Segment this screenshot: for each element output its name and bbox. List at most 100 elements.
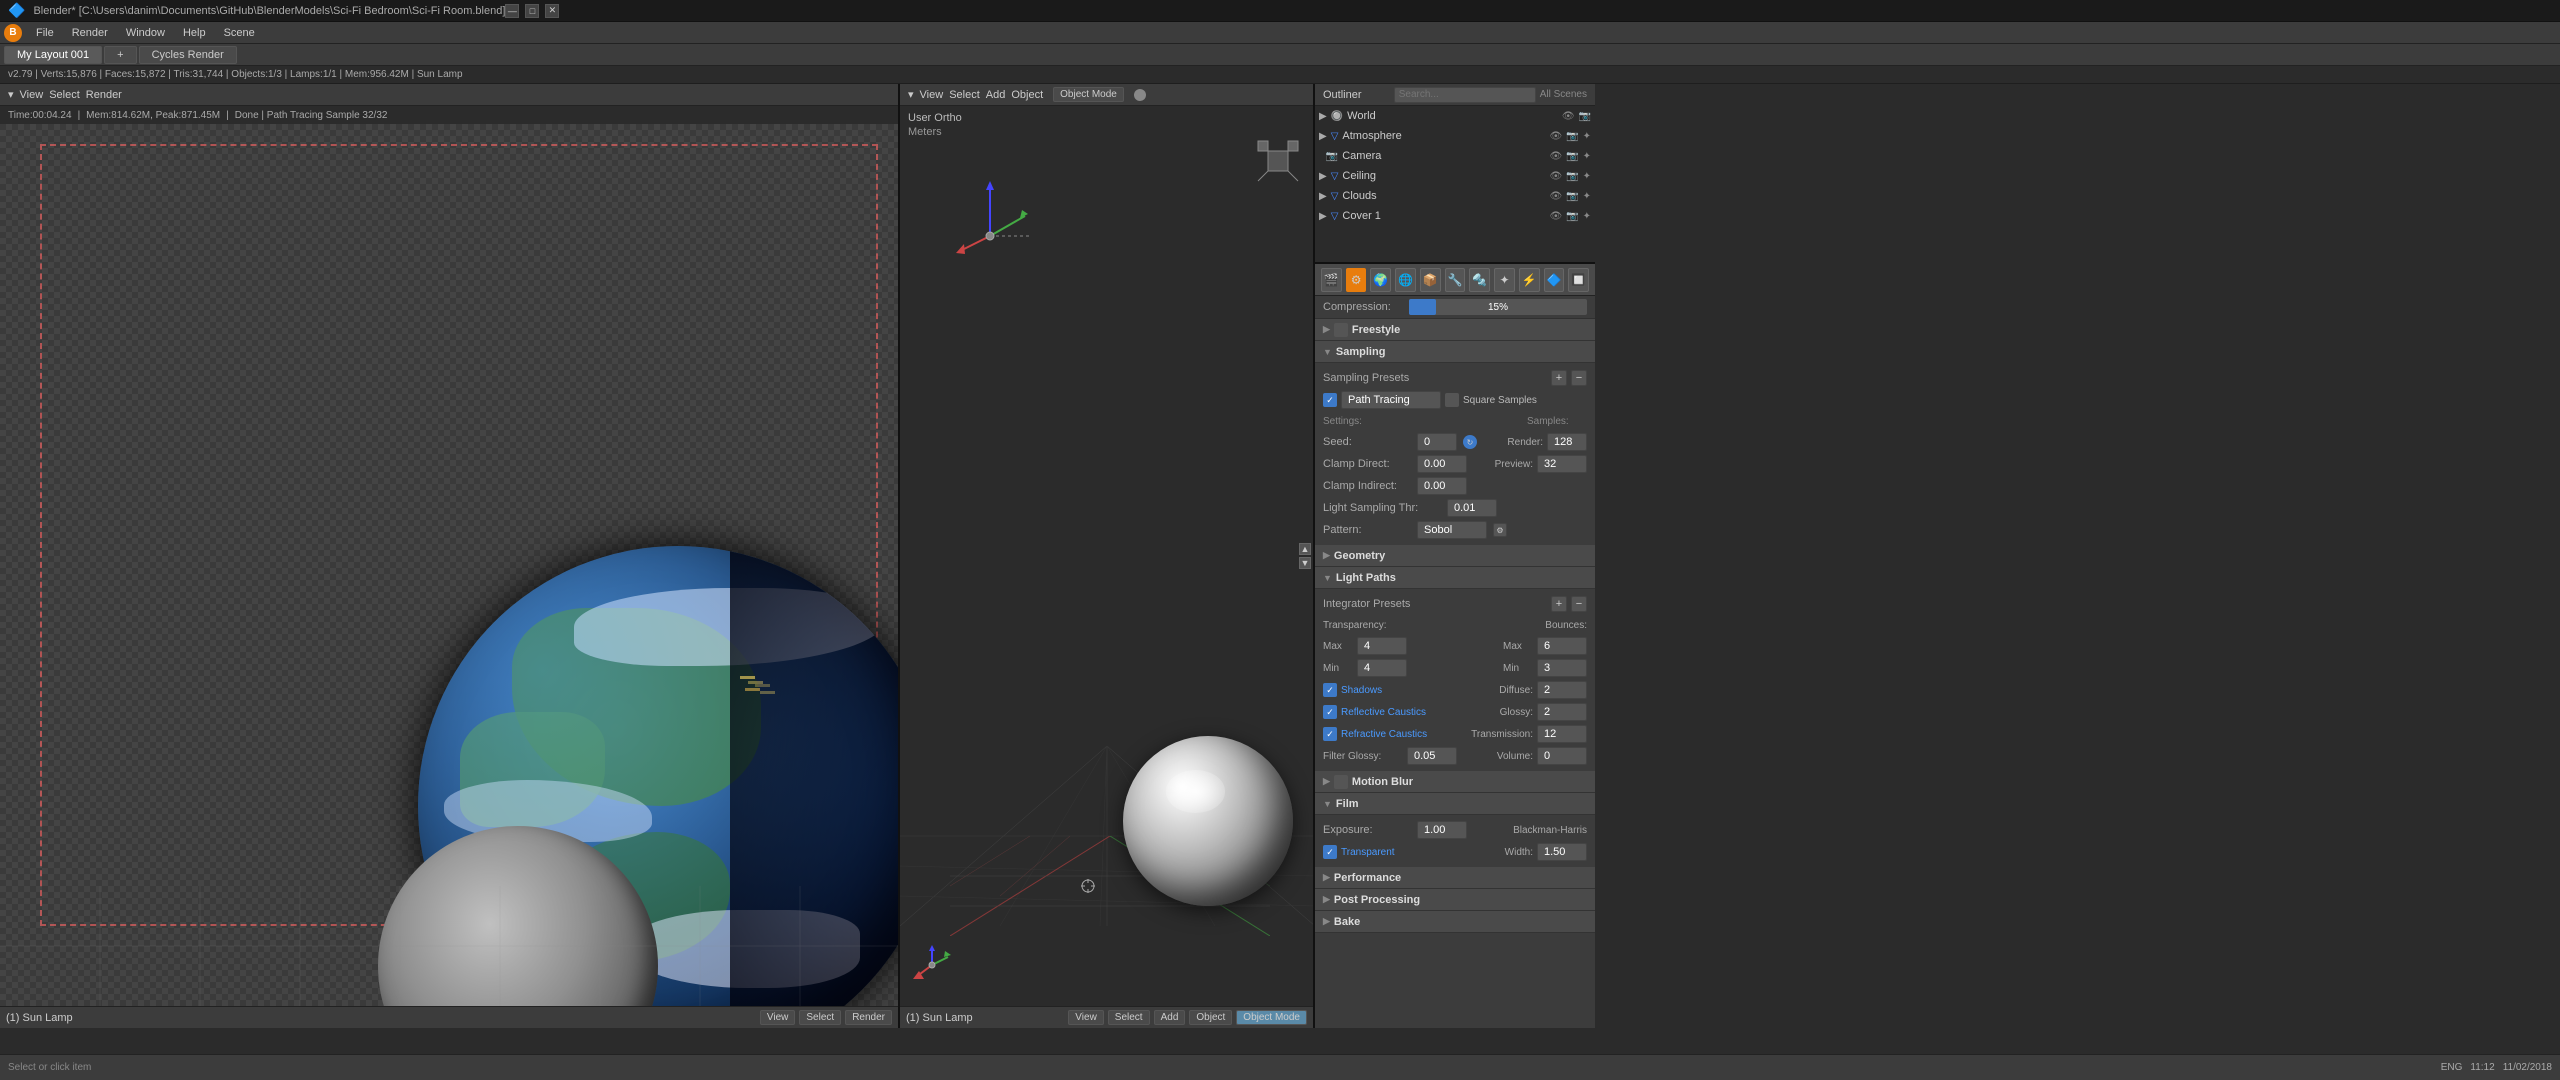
render-settings-icon[interactable]: ⚙ xyxy=(1346,268,1367,292)
3d-view-dropdown[interactable]: ▾ xyxy=(908,88,914,101)
texture-icon[interactable]: 🔲 xyxy=(1568,268,1589,292)
particles-icon[interactable]: ✦ xyxy=(1494,268,1515,292)
film-section[interactable]: ▼ Film xyxy=(1315,793,1595,815)
render-view-menu[interactable]: ▾ xyxy=(8,88,14,101)
sampling-section[interactable]: ▼ Sampling xyxy=(1315,341,1595,363)
freestyle-checkbox[interactable] xyxy=(1334,323,1348,337)
post-processing-label: Post Processing xyxy=(1334,894,1420,906)
glossy-value[interactable]: 2 xyxy=(1537,703,1587,721)
post-processing-section[interactable]: ▶ Post Processing xyxy=(1315,889,1595,911)
bounce-max-value[interactable]: 6 xyxy=(1537,637,1587,655)
transmission-value[interactable]: 12 xyxy=(1537,725,1587,743)
light-paths-label: Light Paths xyxy=(1336,572,1396,584)
menu-file[interactable]: File xyxy=(28,25,62,41)
trans-max-label: Max xyxy=(1323,641,1353,652)
clamp-indirect-value[interactable]: 0.00 xyxy=(1417,477,1467,495)
menu-help[interactable]: Help xyxy=(175,25,214,41)
trans-min-value[interactable]: 4 xyxy=(1357,659,1407,677)
pattern-value[interactable]: Sobol xyxy=(1417,521,1487,539)
scene-icon[interactable]: 🌍 xyxy=(1370,268,1391,292)
shadows-checkbox[interactable]: ✓ xyxy=(1323,683,1337,697)
path-tracing-dropdown[interactable]: Path Tracing xyxy=(1341,391,1441,409)
light-paths-section[interactable]: ▼ Light Paths xyxy=(1315,567,1595,589)
integrator-presets-add[interactable]: + xyxy=(1551,596,1567,612)
3d-add-btn[interactable]: Add xyxy=(1154,1010,1186,1025)
max-row: Max 4 Max 6 xyxy=(1315,635,1595,657)
outliner-search-input[interactable] xyxy=(1394,87,1536,103)
square-samples-checkbox[interactable] xyxy=(1445,393,1459,407)
clamp-direct-value[interactable]: 0.00 xyxy=(1417,455,1467,473)
maximize-button[interactable]: □ xyxy=(525,4,539,18)
physics-icon[interactable]: ⚡ xyxy=(1519,268,1540,292)
transparency-label: Transparency: xyxy=(1323,620,1413,631)
minimize-button[interactable]: — xyxy=(505,4,519,18)
render-render-menu[interactable]: Render xyxy=(86,89,122,101)
settings-label: Settings: xyxy=(1323,416,1413,427)
window-controls[interactable]: — □ ✕ xyxy=(505,4,559,18)
trans-max-value[interactable]: 4 xyxy=(1357,637,1407,655)
performance-section[interactable]: ▶ Performance xyxy=(1315,867,1595,889)
seed-value[interactable]: 0 xyxy=(1417,433,1457,451)
render-add-menu[interactable]: Select xyxy=(49,89,80,101)
bake-section[interactable]: ▶ Bake xyxy=(1315,911,1595,933)
seed-random-btn[interactable]: ↻ xyxy=(1463,435,1477,449)
integrator-presets-remove[interactable]: − xyxy=(1571,596,1587,612)
sampling-presets-add[interactable]: + xyxy=(1551,370,1567,386)
atmosphere-vis: 👁 📷 ✦ xyxy=(1549,131,1591,142)
geometry-section[interactable]: ▶ Geometry xyxy=(1315,545,1595,567)
object-icon[interactable]: 📦 xyxy=(1420,268,1441,292)
light-sampling-value[interactable]: 0.01 xyxy=(1447,499,1497,517)
tab-my-layout[interactable]: My Layout 001 xyxy=(4,46,102,64)
constraints-icon[interactable]: 🔧 xyxy=(1445,268,1466,292)
render-samples-value[interactable]: 128 xyxy=(1547,433,1587,451)
object-mode-dropdown[interactable]: Object Mode xyxy=(1053,87,1124,102)
3d-sun-lamp: (1) Sun Lamp xyxy=(906,1012,973,1024)
nav-down[interactable]: ▼ xyxy=(1299,557,1311,569)
render-render-btn[interactable]: Render xyxy=(845,1010,892,1025)
compression-slider[interactable]: 15% xyxy=(1409,299,1587,315)
motion-blur-section[interactable]: ▶ Motion Blur xyxy=(1315,771,1595,793)
tab-cycles[interactable]: Cycles Render xyxy=(139,46,237,64)
filter-glossy-value[interactable]: 0.05 xyxy=(1407,747,1457,765)
close-button[interactable]: ✕ xyxy=(545,4,559,18)
volume-value[interactable]: 0 xyxy=(1537,747,1587,765)
width-value[interactable]: 1.50 xyxy=(1537,843,1587,861)
render-view-btn[interactable]: View xyxy=(760,1010,796,1025)
bounce-min-value[interactable]: 3 xyxy=(1537,659,1587,677)
path-tracing-checkbox[interactable]: ✓ xyxy=(1323,393,1337,407)
geometry-arrow: ▶ xyxy=(1323,550,1330,561)
menu-render[interactable]: Render xyxy=(64,25,116,41)
transparent-checkbox[interactable]: ✓ xyxy=(1323,845,1337,859)
render-icon[interactable]: 🎬 xyxy=(1321,268,1342,292)
render-select-btn[interactable]: Select xyxy=(799,1010,841,1025)
3d-view-menu[interactable]: View xyxy=(920,89,944,101)
performance-label: Performance xyxy=(1334,872,1401,884)
modifier-icon[interactable]: 🔩 xyxy=(1469,268,1490,292)
bounce-min-label: Min xyxy=(1503,663,1533,674)
3d-select-menu[interactable]: Select xyxy=(949,89,980,101)
pattern-settings[interactable]: ⚙ xyxy=(1493,523,1507,537)
diffuse-value[interactable]: 2 xyxy=(1537,681,1587,699)
preview-value[interactable]: 32 xyxy=(1537,455,1587,473)
3d-object-menu[interactable]: Object xyxy=(1011,89,1043,101)
material-icon[interactable]: 🔷 xyxy=(1544,268,1565,292)
motion-blur-label: Motion Blur xyxy=(1352,776,1413,788)
menu-window[interactable]: Window xyxy=(118,25,173,41)
3d-object-mode-btn[interactable]: Object Mode xyxy=(1236,1010,1307,1025)
freestyle-section[interactable]: ▶ Freestyle xyxy=(1315,319,1595,341)
3d-select-btn[interactable]: Select xyxy=(1108,1010,1150,1025)
exposure-value[interactable]: 1.00 xyxy=(1417,821,1467,839)
3d-view-btn[interactable]: View xyxy=(1068,1010,1104,1025)
menu-scene[interactable]: Scene xyxy=(216,25,263,41)
tab-add[interactable]: + xyxy=(104,46,136,64)
reflective-checkbox[interactable]: ✓ xyxy=(1323,705,1337,719)
render-select-menu[interactable]: View xyxy=(20,89,44,101)
3d-add-menu[interactable]: Add xyxy=(986,89,1006,101)
3d-object-btn[interactable]: Object xyxy=(1189,1010,1232,1025)
motion-blur-checkbox[interactable] xyxy=(1334,775,1348,789)
refractive-checkbox[interactable]: ✓ xyxy=(1323,727,1337,741)
sampling-presets-remove[interactable]: − xyxy=(1571,370,1587,386)
3d-viewport-header: ▾ View Select Add Object Object Mode xyxy=(900,84,1313,106)
nav-up[interactable]: ▲ xyxy=(1299,543,1311,555)
world-icon[interactable]: 🌐 xyxy=(1395,268,1416,292)
